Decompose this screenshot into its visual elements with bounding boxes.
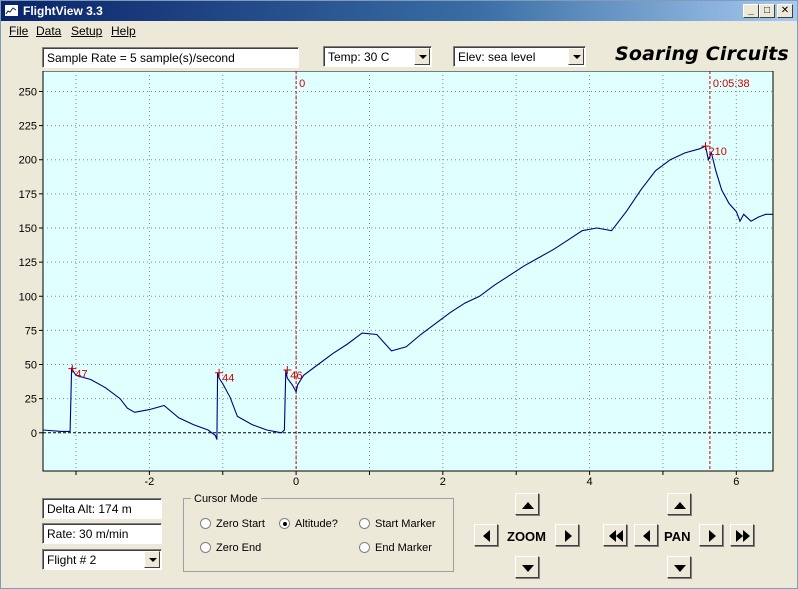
- chart-svg[interactable]: 0255075100125150175200225250 -2 0 2 4 6 0 0:0…: [1, 70, 798, 488]
- flight-select[interactable]: Flight # 2: [42, 549, 162, 570]
- peak-label: 47: [75, 369, 87, 381]
- peak-label: 210: [709, 146, 727, 158]
- pan-up-button[interactable]: [667, 493, 691, 515]
- zoom-left-button[interactable]: [474, 524, 498, 546]
- y-tick-label: 75: [25, 325, 37, 337]
- cursor-mode-group: [183, 498, 454, 572]
- radio-zero-end[interactable]: Zero End: [200, 542, 261, 554]
- app-window: FlightView 3.3 _ □ ✕ File Data Setup Hel…: [0, 0, 798, 589]
- x-tick-label: 2: [440, 476, 446, 486]
- y-tick-label: 25: [25, 394, 37, 406]
- x-tick-label: 6: [733, 476, 739, 486]
- pan-left-button[interactable]: [634, 524, 658, 546]
- y-axis: 0 25 50 75 100 125 150 175 200 225 250: [19, 86, 43, 440]
- radio-dot[interactable]: [200, 542, 211, 553]
- close-button[interactable]: ✕: [777, 4, 793, 18]
- double-arrow-left-icon: [609, 530, 623, 542]
- time-marker-label: 0:05:38: [713, 78, 750, 90]
- zoom-label: ZOOM: [507, 529, 546, 544]
- arrow-up-icon: [674, 502, 686, 509]
- pan-right-button[interactable]: [699, 524, 723, 546]
- menu-setup[interactable]: Setup: [71, 24, 102, 38]
- radio-zero-start[interactable]: Zero Start: [200, 518, 265, 530]
- peak-label: 44: [222, 373, 234, 385]
- chevron-down-icon[interactable]: [414, 48, 430, 65]
- radio-label: Zero Start: [216, 518, 265, 530]
- maximize-button[interactable]: □: [759, 4, 775, 18]
- radio-label: End Marker: [375, 542, 432, 554]
- x-tick-label: 0: [293, 476, 299, 486]
- menu-bar: File Data Setup Help: [1, 21, 797, 41]
- temp-value: Temp: 30 C: [328, 50, 390, 64]
- delta-alt-text: Delta Alt: 174 m: [47, 502, 132, 516]
- pan-down-button[interactable]: [667, 556, 691, 578]
- elev-value: Elev: sea level: [458, 50, 536, 64]
- radio-altitude[interactable]: Altitude?: [279, 518, 338, 530]
- radio-dot[interactable]: [359, 542, 370, 553]
- window-title: FlightView 3.3: [23, 4, 103, 18]
- y-tick-label: 250: [19, 86, 37, 98]
- y-tick-label: 225: [19, 121, 37, 133]
- radio-label: Zero End: [216, 542, 262, 554]
- y-tick-label: 175: [19, 189, 37, 201]
- radio-dot-selected[interactable]: [279, 518, 290, 529]
- rate-text: Rate: 30 m/min: [47, 527, 129, 541]
- pan-label: PAN: [664, 529, 691, 544]
- flight-value: Flight # 2: [47, 553, 97, 567]
- arrow-left-icon: [643, 530, 650, 542]
- y-tick-label: 125: [19, 257, 37, 269]
- x-axis: -2 0 2 4 6: [75, 471, 739, 488]
- pan-fast-left-button[interactable]: [603, 524, 627, 546]
- sample-rate-field: Sample Rate = 5 sample(s)/second: [42, 47, 299, 68]
- radio-start-marker[interactable]: Start Marker: [359, 518, 436, 530]
- x-tick-label: -2: [144, 476, 154, 486]
- radio-dot[interactable]: [359, 518, 370, 529]
- y-tick-label: 200: [19, 155, 37, 167]
- brand-logo: Soaring Circuits: [615, 43, 789, 65]
- menu-data[interactable]: Data: [36, 24, 61, 38]
- rate-field: Rate: 30 m/min: [42, 523, 162, 544]
- delta-alt-field: Delta Alt: 174 m: [42, 498, 162, 519]
- radio-label: Start Marker: [375, 518, 436, 530]
- radio-end-marker[interactable]: End Marker: [359, 542, 432, 554]
- arrow-up-icon: [522, 502, 534, 509]
- elev-select[interactable]: Elev: sea level: [453, 46, 586, 67]
- temp-select[interactable]: Temp: 30 C: [323, 46, 432, 67]
- minimize-button[interactable]: _: [743, 4, 759, 18]
- time-marker-label: 0: [299, 78, 305, 90]
- y-tick-label: 100: [19, 291, 37, 303]
- double-arrow-right-icon: [736, 530, 750, 542]
- chevron-down-icon[interactable]: [568, 48, 584, 65]
- arrow-right-icon: [565, 530, 572, 542]
- y-tick-label: 0: [31, 428, 37, 440]
- cursor-mode-title: Cursor Mode: [191, 493, 261, 505]
- plot-area: [42, 70, 774, 472]
- title-bar[interactable]: FlightView 3.3 _ □ ✕: [1, 1, 797, 21]
- x-tick-label: 4: [587, 476, 593, 486]
- zoom-right-button[interactable]: [555, 524, 579, 546]
- arrow-left-icon: [483, 530, 490, 542]
- app-icon: [4, 4, 19, 17]
- zoom-out-vertical-button[interactable]: [515, 556, 539, 578]
- arrow-down-icon: [674, 565, 686, 572]
- y-tick-label: 150: [19, 223, 37, 235]
- peak-label: 46: [290, 370, 302, 382]
- pan-fast-right-button[interactable]: [730, 524, 754, 546]
- menu-file[interactable]: File: [9, 24, 28, 38]
- zoom-in-vertical-button[interactable]: [515, 493, 539, 515]
- radio-label: Altitude?: [295, 518, 338, 530]
- y-tick-label: 50: [25, 360, 37, 372]
- sample-rate-text: Sample Rate = 5 sample(s)/second: [47, 51, 235, 65]
- radio-dot[interactable]: [200, 518, 211, 529]
- arrow-right-icon: [709, 530, 716, 542]
- chevron-down-icon[interactable]: [144, 551, 160, 568]
- menu-help[interactable]: Help: [111, 24, 136, 38]
- altitude-chart[interactable]: 0 25 50 75 100 125 150 175 200 225 250 -2 0 2 4 6 0 0:0…: [1, 70, 798, 488]
- arrow-down-icon: [522, 565, 534, 572]
